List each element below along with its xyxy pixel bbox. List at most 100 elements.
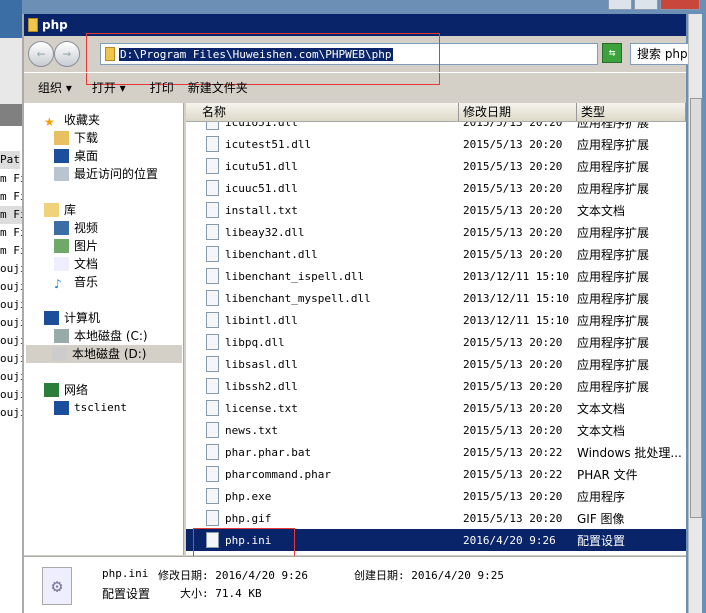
toolbar: 组织 ▾ 打开 ▾ 打印 新建文件夹 (24, 72, 686, 102)
window-controls (608, 0, 700, 10)
file-name-cell: libeay32.dll (186, 224, 459, 240)
new-folder-button[interactable]: 新建文件夹 (188, 79, 248, 96)
network-icon (44, 383, 59, 397)
file-row[interactable]: news.txt 2015/5/13 20:20 文本文档 (186, 419, 686, 441)
bg-line: ouji (0, 316, 22, 329)
file-type: 应用程序扩展 (577, 269, 650, 284)
file-date: 2015/5/13 20:20 (463, 159, 563, 173)
maximize-button[interactable] (634, 0, 658, 10)
file-name: icuuc51.dll (225, 181, 298, 195)
close-button[interactable] (660, 0, 700, 10)
nav-network[interactable]: 网络 (44, 381, 88, 399)
scrollbar[interactable] (688, 14, 702, 613)
details-pane: ⚙ php.ini 修改日期: 2016/4/20 9:26 创建日期: 201… (24, 556, 686, 613)
nav-pictures[interactable]: 图片 (54, 237, 98, 255)
column-name[interactable]: 名称 (186, 103, 459, 121)
search-input[interactable]: 搜索 php (630, 43, 690, 65)
column-type[interactable]: 类型 (577, 103, 686, 121)
file-row[interactable]: libenchant_ispell.dll 2013/12/11 15:10 应用程… (186, 265, 686, 287)
file-name: libeay32.dll (225, 225, 305, 239)
file-row[interactable]: libsasl.dll 2015/5/13 20:20 应用程序扩展 (186, 353, 686, 375)
bg-line: ouji (0, 262, 22, 275)
nav-drive-d[interactable]: 本地磁盘 (D:) (26, 345, 182, 363)
file-row[interactable]: icutest51.dll 2015/5/13 20:20 应用程序扩展 (186, 133, 686, 155)
file-row[interactable]: libpq.dll 2015/5/13 20:20 应用程序扩展 (186, 331, 686, 353)
organize-button[interactable]: 组织 ▾ (38, 79, 72, 96)
file-name-cell: icuuc51.dll (186, 180, 459, 196)
scrollbar-thumb[interactable] (690, 98, 702, 518)
dll-file-icon (206, 246, 219, 262)
file-row[interactable]: php.exe 2015/5/13 20:20 应用程序 (186, 485, 686, 507)
nav-desktop[interactable]: 桌面 (54, 147, 98, 165)
nav-tsclient[interactable]: tsclient (54, 399, 127, 417)
dll-file-icon (206, 356, 219, 372)
column-date[interactable]: 修改日期 (459, 103, 577, 121)
file-date: 2016/4/20 9:26 (463, 533, 556, 547)
window-title: php (42, 18, 68, 32)
picture-icon (54, 239, 69, 253)
file-name-cell: libssh2.dll (186, 378, 459, 394)
folder-icon (28, 18, 38, 32)
bg-line: ouji (0, 352, 22, 365)
file-row[interactable]: icuuc51.dll 2015/5/13 20:20 应用程序扩展 (186, 177, 686, 199)
file-name-cell: phar.phar.bat (186, 444, 459, 460)
dll-file-icon (206, 378, 219, 394)
file-row[interactable]: libenchant_myspell.dll 2013/12/11 15:10 应用… (186, 287, 686, 309)
annotation-box (193, 528, 295, 558)
file-list: 名称 修改日期 类型 icuio51.dll 2015/5/13 20:20 应用程… (186, 103, 686, 555)
column-headers: 名称 修改日期 类型 (186, 103, 686, 122)
music-icon: ♪ (54, 277, 62, 291)
file-name-cell: libpq.dll (186, 334, 459, 350)
minimize-button[interactable] (608, 0, 632, 10)
open-button[interactable]: 打开 ▾ (92, 79, 126, 96)
bg-line: ouji (0, 280, 22, 293)
file-date: 2015/5/13 20:22 (463, 445, 563, 459)
file-row[interactable]: libssh2.dll 2015/5/13 20:20 应用程序扩展 (186, 375, 686, 397)
nav-favorites[interactable]: ★ 收藏夹 (44, 111, 100, 129)
bg-line: ouji (0, 388, 22, 401)
file-row[interactable]: pharcommand.phar 2015/5/13 20:22 PHAR 文件 (186, 463, 686, 485)
file-date: 2015/5/13 20:22 (463, 467, 563, 481)
file-row[interactable]: libintl.dll 2013/12/11 15:10 应用程序扩展 (186, 309, 686, 331)
computer-icon (44, 311, 59, 325)
nav-computer[interactable]: 计算机 (44, 309, 100, 327)
nav-music[interactable]: ♪ 音乐 (54, 273, 98, 291)
bg-line: m Fi (0, 226, 22, 239)
file-name: libenchant_myspell.dll (225, 291, 371, 305)
file-name: libintl.dll (225, 313, 298, 327)
file-row[interactable]: phar.phar.bat 2015/5/13 20:22 Windows 批处理.… (186, 441, 686, 463)
file-type: 应用程序扩展 (577, 159, 650, 174)
nav-videos[interactable]: 视频 (54, 219, 98, 237)
bg-line: ouji (0, 406, 22, 419)
file-row[interactable]: libeay32.dll 2015/5/13 20:20 应用程序扩展 (186, 221, 686, 243)
refresh-icon[interactable]: ⇆ (602, 43, 622, 63)
file-row[interactable]: php.gif 2015/5/13 20:20 GIF 图像 (186, 507, 686, 529)
file-row[interactable]: icutu51.dll 2015/5/13 20:20 应用程序扩展 (186, 155, 686, 177)
file-name-cell: icutu51.dll (186, 158, 459, 174)
file-type: Windows 批处理... (577, 445, 682, 460)
dll-file-icon (206, 180, 219, 196)
file-type: 应用程序扩展 (577, 247, 650, 262)
back-button[interactable]: ← (28, 41, 54, 67)
status-size: 大小: 71.4 KB (180, 587, 262, 600)
dll-file-icon (206, 334, 219, 350)
nav-downloads[interactable]: 下载 (54, 129, 98, 147)
exe-file-icon (206, 488, 219, 504)
explorer-window: php ← → D:\Program Files\Huweishen.com\P… (22, 14, 702, 613)
nav-recent[interactable]: 最近访问的位置 (54, 165, 158, 183)
file-row[interactable]: install.txt 2015/5/13 20:20 文本文档 (186, 199, 686, 221)
dll-file-icon (206, 158, 219, 174)
nav-libraries[interactable]: 库 (44, 201, 76, 219)
print-button[interactable]: 打印 (150, 79, 174, 96)
library-icon (44, 203, 59, 217)
forward-button[interactable]: → (54, 41, 80, 67)
file-date: 2015/5/13 20:20 (463, 181, 563, 195)
file-row[interactable]: license.txt 2015/5/13 20:20 文本文档 (186, 397, 686, 419)
file-row[interactable]: libenchant.dll 2015/5/13 20:20 应用程序扩展 (186, 243, 686, 265)
file-name: news.txt (225, 423, 278, 437)
nav-drive-c[interactable]: 本地磁盘 (C:) (54, 327, 148, 345)
nav-documents[interactable]: 文档 (54, 255, 98, 273)
file-name: libpq.dll (225, 335, 285, 349)
file-name-cell: php.gif (186, 510, 459, 526)
bg-line: ouji (0, 370, 22, 383)
